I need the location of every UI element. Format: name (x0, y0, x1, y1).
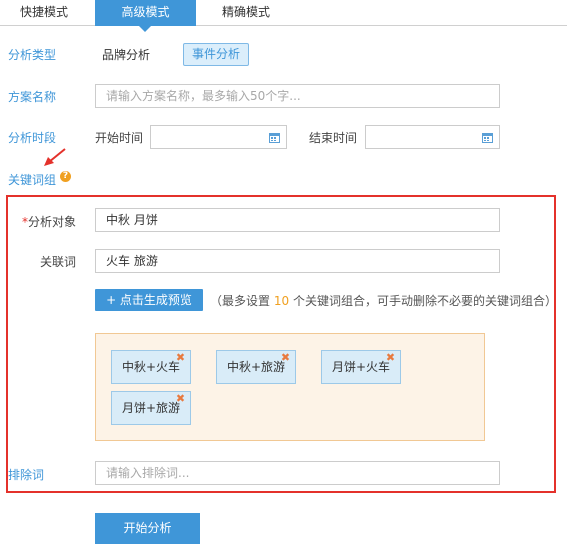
combination-chip[interactable]: 中秋+火车 ✖ (111, 350, 192, 384)
combination-preview-panel: 中秋+火车 ✖ 中秋+旅游 ✖ 月饼+火车 ✖ 月饼+旅游 ✖ (95, 333, 485, 441)
mode-tabs: 快捷模式 高级模式 精确模式 (0, 0, 567, 26)
time-range-label: 分析时段 (8, 131, 57, 145)
hint-prefix: （最多设置 (210, 294, 271, 308)
exclude-words-label: 排除词 (8, 468, 45, 482)
combination-chip-label: 中秋+火车 (122, 360, 181, 374)
combination-chip-label: 月饼+旅游 (122, 401, 181, 415)
option-brand-analysis[interactable]: 品牌分析 (102, 46, 150, 63)
remove-x-icon[interactable]: ✖ (176, 393, 185, 404)
analysis-target-label: *分析对象 (22, 213, 76, 230)
end-time-input[interactable] (365, 125, 500, 149)
remove-x-icon[interactable]: ✖ (176, 352, 185, 363)
combination-chip[interactable]: 月饼+旅游 ✖ (111, 391, 192, 425)
question-circle-icon[interactable]: ? (60, 171, 71, 182)
hint-suffix: 个关键词组合，可手动删除不必要的关键词组合） (292, 294, 557, 308)
combination-chip[interactable]: 月饼+火车 ✖ (321, 350, 402, 384)
remove-x-icon[interactable]: ✖ (281, 352, 290, 363)
exclude-words-input[interactable]: 请输入排除词... (95, 461, 500, 485)
red-arrow-annotation-icon (44, 148, 66, 166)
active-tab-caret (139, 26, 151, 32)
related-words-label: 关联词 (40, 255, 77, 269)
analysis-target-label-text: 分析对象 (28, 215, 77, 229)
remove-x-icon[interactable]: ✖ (386, 352, 395, 363)
related-words-input[interactable]: 火车 旅游 (95, 249, 500, 273)
generate-preview-button[interactable]: + 点击生成预览 (95, 289, 203, 311)
start-analysis-button[interactable]: 开始分析 (95, 513, 200, 544)
start-time-input[interactable] (150, 125, 287, 149)
option-event-analysis[interactable]: 事件分析 (183, 43, 250, 66)
combination-hint: （最多设置 10 个关键词组合，可手动删除不必要的关键词组合） (210, 292, 557, 309)
keyword-group-label: 关键词组 (8, 173, 57, 187)
combination-chip[interactable]: 中秋+旅游 ✖ (216, 350, 297, 384)
calendar-icon[interactable] (482, 132, 493, 143)
combination-chip-label: 月饼+火车 (332, 360, 391, 374)
plan-name-label: 方案名称 (8, 90, 57, 104)
tab-quick-mode[interactable]: 快捷模式 (0, 0, 88, 26)
start-time-label: 开始时间 (95, 131, 144, 145)
combination-chip-label: 中秋+旅游 (227, 360, 286, 374)
analysis-target-input[interactable]: 中秋 月饼 (95, 208, 500, 232)
tab-advanced-mode[interactable]: 高级模式 (95, 0, 196, 26)
hint-max-number: 10 (273, 294, 290, 308)
plan-name-input[interactable]: 请输入方案名称，最多输入50个字... (95, 84, 500, 108)
analysis-type-label: 分析类型 (8, 48, 57, 62)
tab-precise-mode[interactable]: 精确模式 (196, 0, 296, 26)
calendar-icon[interactable] (269, 132, 280, 143)
end-time-label: 结束时间 (309, 131, 358, 145)
